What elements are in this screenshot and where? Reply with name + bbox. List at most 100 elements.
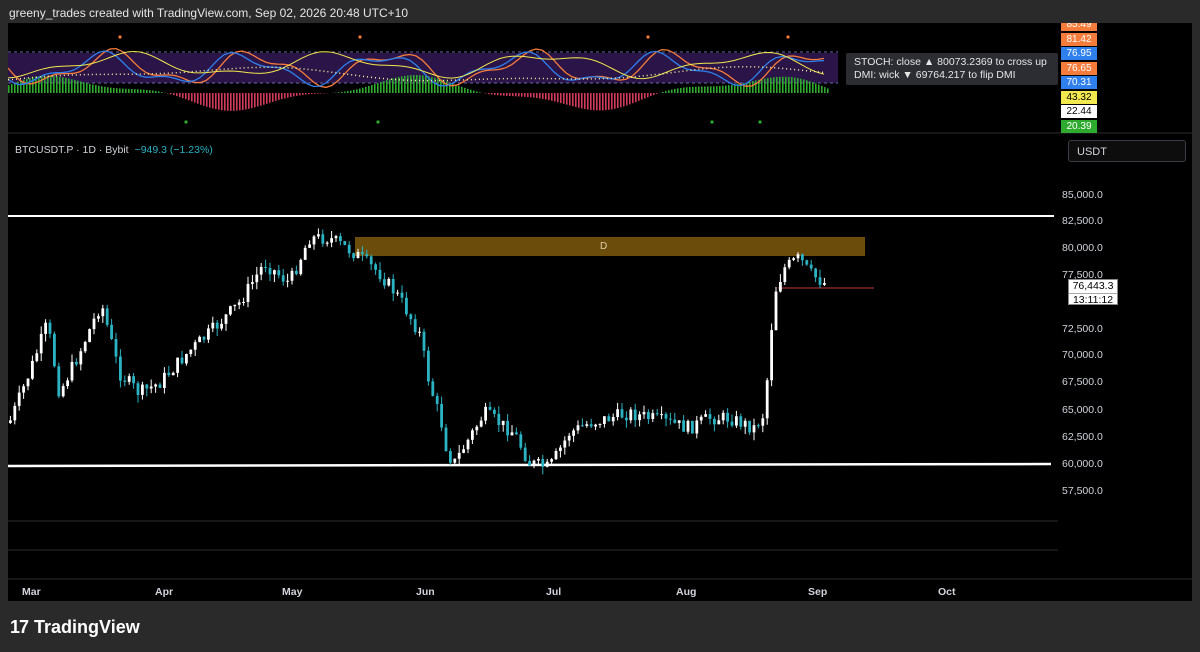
candle-body (682, 420, 685, 432)
histogram-bar (713, 86, 715, 93)
histogram-bar (257, 93, 259, 107)
histogram-bar (206, 93, 208, 107)
candle-body (167, 372, 171, 376)
candle-body (422, 331, 426, 351)
histogram-bar (590, 93, 592, 110)
candle-body (545, 461, 549, 467)
candle-body (457, 452, 461, 459)
histogram-bar (518, 93, 520, 97)
histogram-bar (17, 81, 19, 93)
candle-body (638, 414, 641, 421)
candle-body (97, 316, 100, 319)
candle-body (651, 413, 655, 420)
candle-body (105, 308, 109, 325)
histogram-bar (386, 80, 388, 93)
zone-label: D (600, 241, 608, 252)
candle-body (154, 384, 157, 387)
supply-zone (355, 237, 865, 256)
candle-body (299, 259, 303, 275)
histogram-bar (149, 90, 151, 93)
candle-body (343, 241, 347, 245)
time-tick-label: May (282, 586, 303, 598)
histogram-bar (551, 93, 553, 101)
indicator-value-badge: 20.39 (1061, 119, 1097, 133)
time-tick-label: Sep (808, 586, 828, 598)
candle-body (444, 427, 448, 452)
candle-body (440, 403, 443, 428)
histogram-bar (632, 93, 634, 104)
current-price-label: 76,443.3 13:11:12 (1068, 279, 1118, 306)
candle-body (730, 421, 734, 426)
chart-window[interactable]: STOCH: close ▲ 80073.2369 to cross up DM… (8, 23, 1192, 601)
price-tick-label: 82,500.0 (1062, 215, 1103, 227)
histogram-bar (176, 93, 178, 97)
histogram-bar (182, 93, 184, 99)
histogram-bar (413, 75, 415, 93)
candle-body (158, 384, 162, 388)
candles[interactable] (9, 228, 826, 475)
histogram-bar (83, 82, 85, 93)
currency-button[interactable]: USDT (1068, 140, 1186, 162)
candle-body (488, 406, 492, 410)
candle-body (26, 378, 30, 387)
histogram-bar (218, 93, 220, 110)
histogram-bar (734, 84, 736, 93)
price-tick-label: 80,000.0 (1062, 242, 1103, 254)
histogram-bar (308, 93, 310, 95)
histogram-bar (629, 93, 631, 105)
candle-body (171, 372, 175, 376)
brand-name: TradingView (34, 617, 140, 637)
current-price: 76,443.3 (1072, 280, 1114, 292)
histogram-bar (467, 88, 469, 93)
histogram-bar (815, 83, 817, 93)
histogram-bar (485, 93, 487, 94)
candle-body (44, 322, 47, 334)
indicator-value-badge: 76.65 (1061, 61, 1097, 75)
histogram-bar (599, 93, 601, 111)
histogram-bar (215, 93, 217, 110)
histogram-bar (50, 75, 52, 93)
histogram-bar (821, 85, 823, 93)
histogram-bar (470, 89, 472, 93)
histogram-bar (77, 80, 79, 93)
histogram-bar (362, 87, 364, 93)
histogram-bar (368, 85, 370, 93)
candle-body (264, 266, 267, 268)
candle-body (805, 260, 809, 265)
candle-body (123, 380, 127, 382)
histogram-bar (125, 88, 127, 93)
histogram-bar (668, 90, 670, 93)
histogram-bar (512, 93, 514, 97)
candle-body (462, 449, 465, 453)
chart-canvas[interactable] (8, 23, 1192, 601)
histogram-bar (89, 83, 91, 93)
candle-body (506, 420, 509, 436)
histogram-bar (137, 89, 139, 93)
histogram-bar (605, 93, 607, 111)
candle-body (550, 459, 553, 462)
candle-body (88, 329, 91, 342)
candle-body (374, 264, 377, 270)
candle-body (633, 409, 637, 421)
candle-body (497, 413, 501, 425)
signal-dot (376, 120, 380, 124)
histogram-bar (212, 93, 214, 109)
histogram-bar (203, 93, 205, 106)
histogram-bar (431, 76, 433, 93)
candle-body (779, 282, 782, 292)
candle-body (655, 413, 659, 415)
indicator-value-badge: 43.32 (1061, 90, 1097, 104)
histogram-bar (68, 78, 70, 93)
candle-body (286, 280, 289, 282)
histogram-bar (374, 84, 376, 93)
histogram-bar (56, 76, 58, 93)
histogram-bar (239, 93, 241, 111)
histogram-bar (227, 93, 229, 111)
candle-body (735, 416, 738, 426)
candle-body (823, 283, 826, 285)
symbol-legend[interactable]: BTCUSDT.P · 1D · Bybit −949.3 (−1.23%) (15, 144, 213, 156)
signal-dot (710, 120, 714, 124)
tooltip-line-2: DMI: wick ▼ 69764.217 to flip DMI (854, 69, 1016, 81)
price-tick-label: 85,000.0 (1062, 189, 1103, 201)
histogram-bar (581, 93, 583, 109)
